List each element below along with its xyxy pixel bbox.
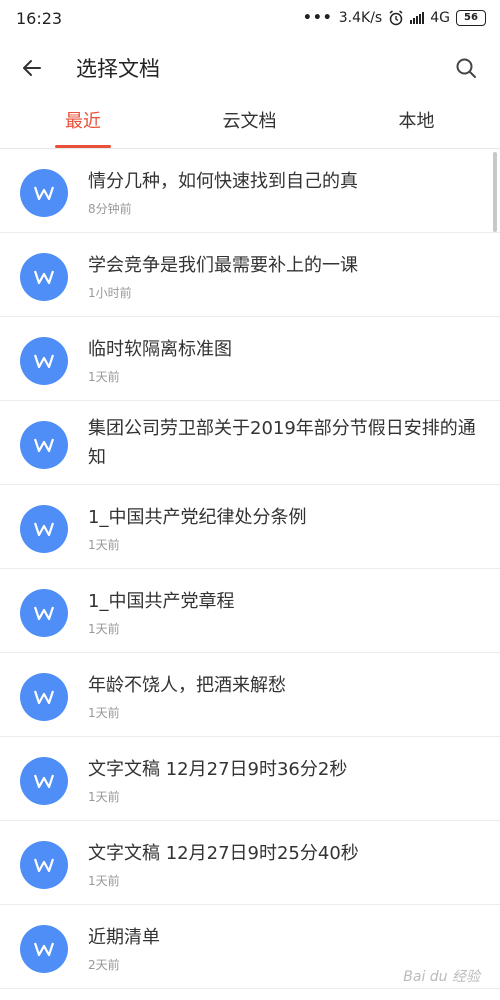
battery-icon: 56	[456, 10, 486, 26]
tab-local[interactable]: 本地	[333, 100, 500, 148]
file-time: 1天前	[88, 874, 120, 888]
search-icon	[456, 58, 476, 78]
list-item[interactable]: 1_中国共产党章程 1天前	[0, 569, 500, 653]
scrollbar[interactable]	[493, 152, 497, 232]
status-indicators: ••• 3.4K/s 4G 56	[303, 10, 486, 26]
wps-document-icon	[20, 421, 68, 469]
list-item[interactable]: 集团公司劳卫部关于2019年部分节假日安排的通知	[0, 401, 500, 485]
file-time: 8分钟前	[88, 202, 132, 216]
list-item[interactable]: 学会竞争是我们最需要补上的一课 1小时前	[0, 233, 500, 317]
wps-document-icon	[20, 253, 68, 301]
file-name: 近期清单	[88, 927, 160, 948]
file-name: 1_中国共产党章程	[88, 591, 235, 612]
file-name: 学会竞争是我们最需要补上的一课	[88, 255, 358, 276]
status-bar: 16:23 ••• 3.4K/s 4G 56	[0, 0, 500, 36]
list-item[interactable]: 年龄不饶人，把酒来解愁 1天前	[0, 653, 500, 737]
page-title: 选择文档	[76, 57, 160, 81]
arrow-left-icon	[23, 60, 41, 76]
search-button[interactable]	[446, 48, 486, 88]
list-item[interactable]: 文字文稿 12月27日9时36分2秒 1天前	[0, 737, 500, 821]
wps-document-icon	[20, 337, 68, 385]
wps-document-icon	[20, 505, 68, 553]
list-item[interactable]: 临时软隔离标准图 1天前	[0, 317, 500, 401]
file-name: 文字文稿 12月27日9时36分2秒	[88, 759, 348, 780]
file-name: 年龄不饶人，把酒来解愁	[88, 675, 286, 696]
tab-cloud-docs[interactable]: 云文档	[166, 100, 333, 148]
wps-document-icon	[20, 673, 68, 721]
tab-bar: 最近 云文档 本地	[0, 100, 500, 149]
net-speed: 3.4K/s	[338, 10, 383, 26]
file-time: 1小时前	[88, 286, 132, 300]
list-item[interactable]: 情分几种，如何快速找到自己的真 8分钟前	[0, 149, 500, 233]
file-time: 1天前	[88, 790, 120, 804]
file-time: 1天前	[88, 622, 120, 636]
watermark: Bai du 经验	[403, 969, 480, 985]
file-name: 临时软隔离标准图	[88, 339, 232, 360]
list-item[interactable]: 文字文稿 12月27日9时25分40秒 1天前	[0, 821, 500, 905]
file-name: 情分几种，如何快速找到自己的真	[88, 171, 358, 192]
wps-document-icon	[20, 841, 68, 889]
tab-recent[interactable]: 最近	[0, 100, 166, 148]
list-item[interactable]: 1_中国共产党纪律处分条例 1天前	[0, 485, 500, 569]
recent-file-list: 情分几种，如何快速找到自己的真 8分钟前 学会竞争是我们最需要补上的一课 1小时…	[0, 149, 500, 989]
file-name: 1_中国共产党纪律处分条例	[88, 507, 307, 528]
more-notifications-icon: •••	[302, 10, 333, 26]
wps-document-icon	[20, 589, 68, 637]
app-header: 选择文档	[0, 36, 500, 100]
file-time: 1天前	[88, 538, 120, 552]
file-time: 1天前	[88, 370, 120, 384]
wps-document-icon	[20, 169, 68, 217]
file-name: 集团公司劳卫部关于2019年部分节假日安排的通知	[88, 418, 476, 468]
file-name: 文字文稿 12月27日9时25分40秒	[88, 843, 359, 864]
wps-document-icon	[20, 925, 68, 973]
signal-icon	[410, 12, 425, 24]
wps-document-icon	[20, 757, 68, 805]
network-type: 4G	[430, 10, 450, 26]
file-time: 1天前	[88, 706, 120, 720]
alarm-icon	[389, 10, 403, 26]
back-button[interactable]	[0, 36, 64, 100]
status-time: 16:23	[16, 8, 63, 28]
